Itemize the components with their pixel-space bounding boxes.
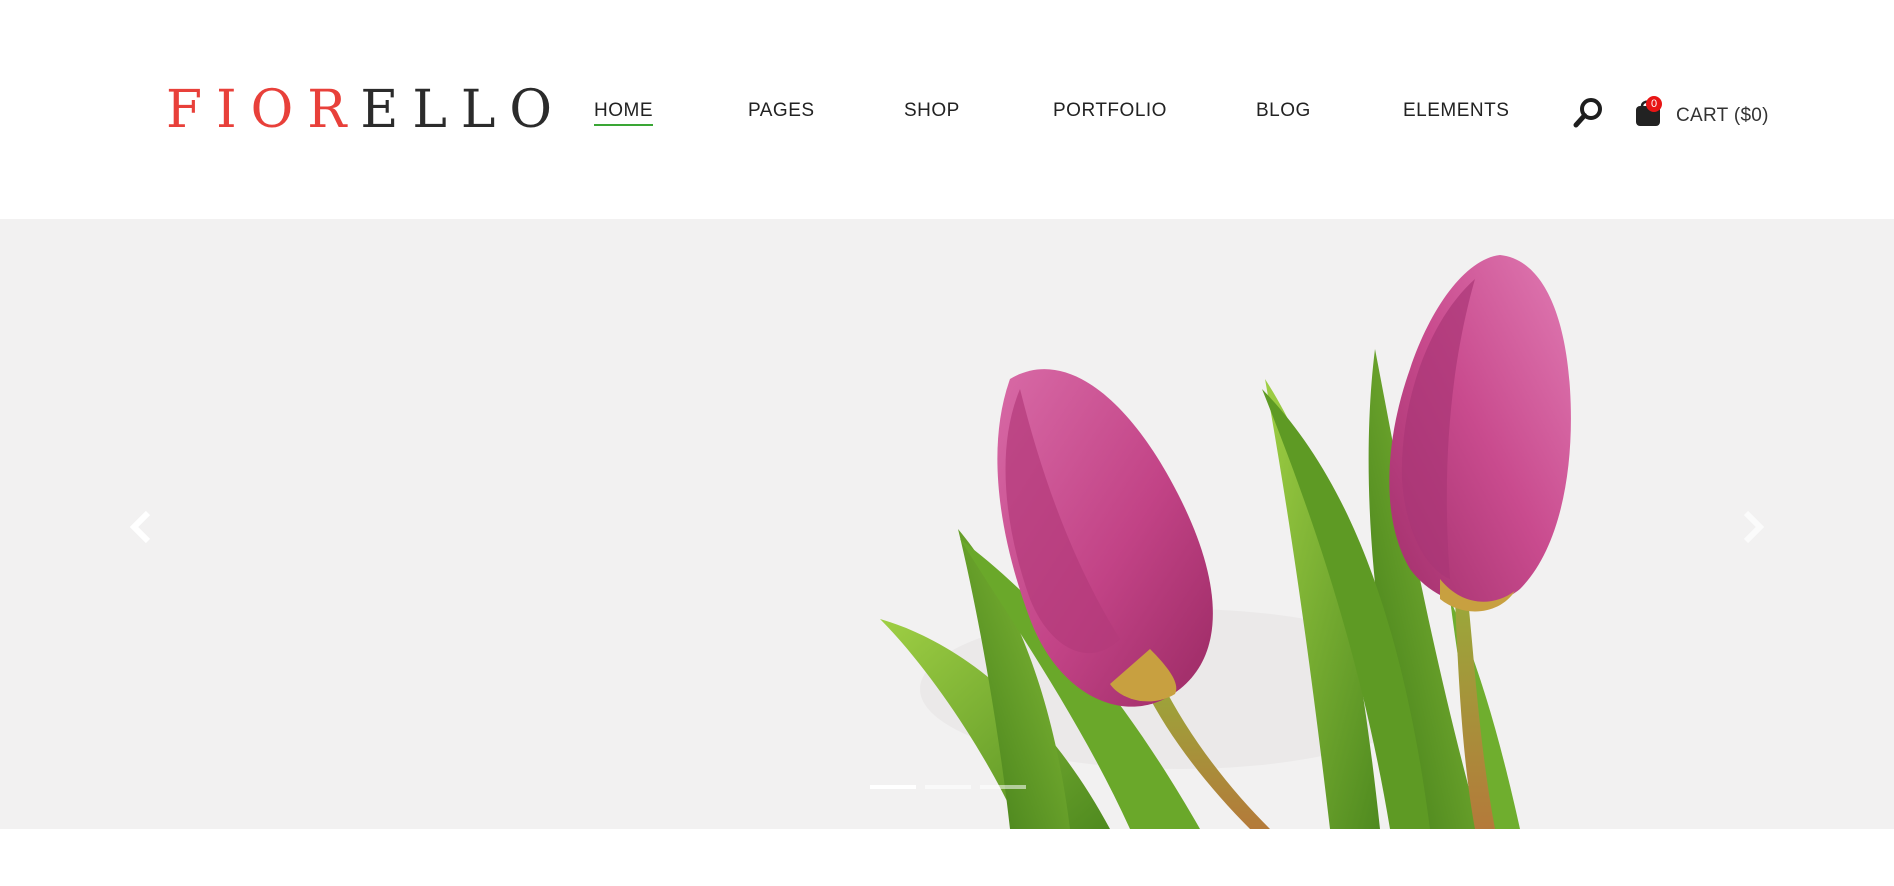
nav-item-shop[interactable]: SHOP: [904, 98, 960, 124]
search-icon: [1573, 98, 1602, 128]
chevron-left-icon: [129, 510, 151, 544]
cart-count-badge: 0: [1646, 96, 1662, 112]
nav-item-portfolio[interactable]: PORTFOLIO: [1053, 98, 1167, 124]
hero-slider: [0, 219, 1894, 829]
page-content-area: [0, 829, 1894, 886]
slider-dot-3[interactable]: [980, 785, 1026, 789]
logo-text-main: ELLO: [360, 80, 567, 140]
slider-dot-1[interactable]: [870, 785, 916, 789]
nav-item-home[interactable]: HOME: [594, 98, 653, 126]
site-logo[interactable]: FIORELLO: [166, 80, 566, 140]
chevron-right-icon: [1743, 510, 1765, 544]
search-button[interactable]: [1572, 96, 1606, 130]
nav-item-pages[interactable]: PAGES: [748, 98, 815, 124]
slider-prev-button[interactable]: [124, 505, 158, 549]
slider-dot-2[interactable]: [925, 785, 971, 789]
slider-next-button[interactable]: [1736, 505, 1770, 549]
nav-item-elements[interactable]: ELEMENTS: [1403, 98, 1509, 124]
logo-text-accent: FIOR: [166, 80, 361, 140]
site-header: FIORELLO HOME PAGES SHOP PORTFOLIO BLOG …: [0, 0, 1894, 219]
cart-label[interactable]: CART ($0): [1676, 104, 1769, 128]
nav-item-blog[interactable]: BLOG: [1256, 98, 1311, 124]
tulips-image: [880, 255, 1571, 829]
